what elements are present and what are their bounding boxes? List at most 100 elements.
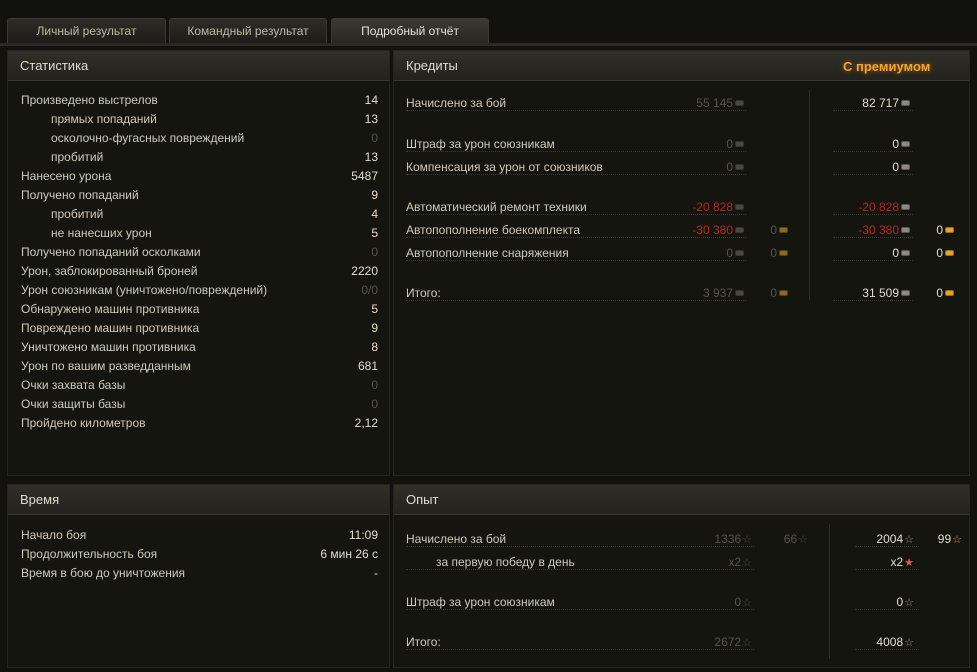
stat-row: прямых попаданий 13 xyxy=(21,109,378,128)
stat-label: Уничтожено машин противника xyxy=(21,339,196,354)
stat-row: Повреждено машин противника 9 xyxy=(21,318,378,337)
credit-base-amount: 0 xyxy=(726,159,733,174)
experience-base-value: 2672☆ xyxy=(714,635,752,649)
credits-icon xyxy=(735,250,744,257)
time-label: Продолжительность боя xyxy=(21,546,158,561)
credits-icon xyxy=(735,204,744,211)
experience-row: Итого: 2672☆ 4008☆ xyxy=(406,632,966,651)
credit-base-value: 0 xyxy=(726,160,744,174)
stat-row: Получено попаданий осколками 0 xyxy=(21,242,378,261)
tab-bar: Личный результат Командный результат Под… xyxy=(0,0,977,46)
credit-base-value: 0 xyxy=(726,246,744,260)
credit-premium-value: -30 380 xyxy=(858,223,910,237)
gold-premium-value: 0 xyxy=(936,246,954,260)
stat-label: прямых попаданий xyxy=(51,111,157,126)
credit-label: Автопополнение боекомплекта xyxy=(406,222,580,237)
gold-premium-amount: 0 xyxy=(936,285,943,300)
credit-row: Компенсация за урон от союзников 0 0 xyxy=(406,157,966,176)
experience-premium-amount: 0 xyxy=(896,594,904,609)
experience-star-icon: ☆ xyxy=(904,596,914,609)
credit-base-amount: 0 xyxy=(726,245,733,260)
credits-panel: Кредиты С премиумом xyxy=(393,50,970,476)
credit-base-value: 0 xyxy=(726,137,744,151)
free-experience-star-icon: ☆ xyxy=(952,533,962,546)
stat-value: 681 xyxy=(357,358,378,373)
experience-base-value: 0☆ xyxy=(734,595,752,609)
experience-base-amount: 2672 xyxy=(714,634,742,649)
experience-premium-value: 4008☆ xyxy=(876,635,914,649)
credit-premium-amount: 31 509 xyxy=(862,285,899,300)
gold-icon xyxy=(779,290,788,297)
experience-premium-amount: 4008 xyxy=(876,634,904,649)
credits-icon xyxy=(735,164,744,171)
experience-premium-amount: x2 xyxy=(890,554,904,569)
credit-base-amount: 0 xyxy=(726,136,733,151)
stat-row: Обнаружено машин противника 5 xyxy=(21,299,378,318)
stat-row: Пройдено километров 2,12 xyxy=(21,413,378,432)
credit-label: Начислено за бой xyxy=(406,95,507,110)
free-experience-base-amount: 66 xyxy=(783,531,798,546)
multiplier-star-icon: ★ xyxy=(904,556,914,569)
dotted-line xyxy=(855,546,919,547)
time-value: - xyxy=(374,565,378,580)
credit-premium-value: 0 xyxy=(892,137,910,151)
credits-icon xyxy=(901,204,910,211)
experience-title: Опыт xyxy=(394,485,969,515)
stat-value: 13 xyxy=(364,111,378,126)
dotted-line xyxy=(406,174,746,175)
credit-label: Автоматический ремонт техники xyxy=(406,199,587,214)
dotted-line xyxy=(833,237,913,238)
experience-star-icon: ☆ xyxy=(904,636,914,649)
dotted-line xyxy=(406,609,754,610)
tab-personal-result[interactable]: Личный результат xyxy=(7,18,166,43)
dotted-line xyxy=(406,546,754,547)
dotted-line xyxy=(833,151,913,152)
experience-premium-value: 0☆ xyxy=(896,595,914,609)
stat-label: Урон союзникам (уничтожено/повреждений) xyxy=(21,282,268,297)
stat-value: 0/0 xyxy=(361,282,378,297)
stat-row: Очки защиты базы 0 xyxy=(21,394,378,413)
credit-base-value: 3 937 xyxy=(703,286,744,300)
statistics-title: Статистика xyxy=(8,51,389,81)
stat-value: 0 xyxy=(371,377,378,392)
experience-row: Штраф за урон союзникам 0☆ 0☆ xyxy=(406,592,966,611)
credit-premium-value: 0 xyxy=(892,246,910,260)
credit-row: Автоматический ремонт техники -20 828 -20 … xyxy=(406,197,966,216)
stat-value: 9 xyxy=(371,187,378,202)
stat-row: Урон, заблокированный броней 2220 xyxy=(21,261,378,280)
stat-label: Очки захвата базы xyxy=(21,377,126,392)
credit-base-amount: 55 145 xyxy=(696,95,733,110)
experience-star-icon: ☆ xyxy=(742,636,752,649)
stat-value: 0 xyxy=(371,396,378,411)
dotted-line xyxy=(855,649,919,650)
experience-label: за первую победу в день xyxy=(436,554,575,569)
stat-value: 5 xyxy=(371,225,378,240)
experience-base-amount: 0 xyxy=(734,594,742,609)
gold-icon xyxy=(945,290,954,297)
stat-label: Урон, заблокированный броней xyxy=(21,263,198,278)
stat-row: Произведено выстрелов 14 xyxy=(21,90,378,109)
stat-label: Получено попаданий xyxy=(21,187,139,202)
dotted-line xyxy=(855,569,919,570)
stat-value: 4 xyxy=(371,206,378,221)
time-row: Продолжительность боя 6 мин 26 с xyxy=(21,544,378,563)
credit-premium-amount: 0 xyxy=(892,159,899,174)
premium-label: С премиумом xyxy=(843,58,931,74)
free-experience-premium-value: 99☆ xyxy=(938,532,962,546)
credits-icon xyxy=(735,290,744,297)
credit-row: Автопополнение боекомплекта -30 380 0 -30 3… xyxy=(406,220,966,239)
credit-premium-value: 31 509 xyxy=(862,286,910,300)
credit-base-value: 55 145 xyxy=(696,96,744,110)
dotted-line xyxy=(406,151,746,152)
tab-detailed-report[interactable]: Подробный отчёт xyxy=(331,18,489,43)
gold-icon xyxy=(945,250,954,257)
gold-base-value: 0 xyxy=(770,223,788,237)
experience-row: за первую победу в день x2☆ x2★ xyxy=(406,552,966,571)
stat-row: осколочно-фугасных повреждений 0 xyxy=(21,128,378,147)
tab-team-result[interactable]: Командный результат xyxy=(169,18,327,43)
time-label: Начало боя xyxy=(21,527,87,542)
stat-label: осколочно-фугасных повреждений xyxy=(51,130,245,145)
credits-icon xyxy=(901,141,910,148)
stat-row: Урон союзникам (уничтожено/повреждений) 0… xyxy=(21,280,378,299)
stat-value: 13 xyxy=(364,149,378,164)
